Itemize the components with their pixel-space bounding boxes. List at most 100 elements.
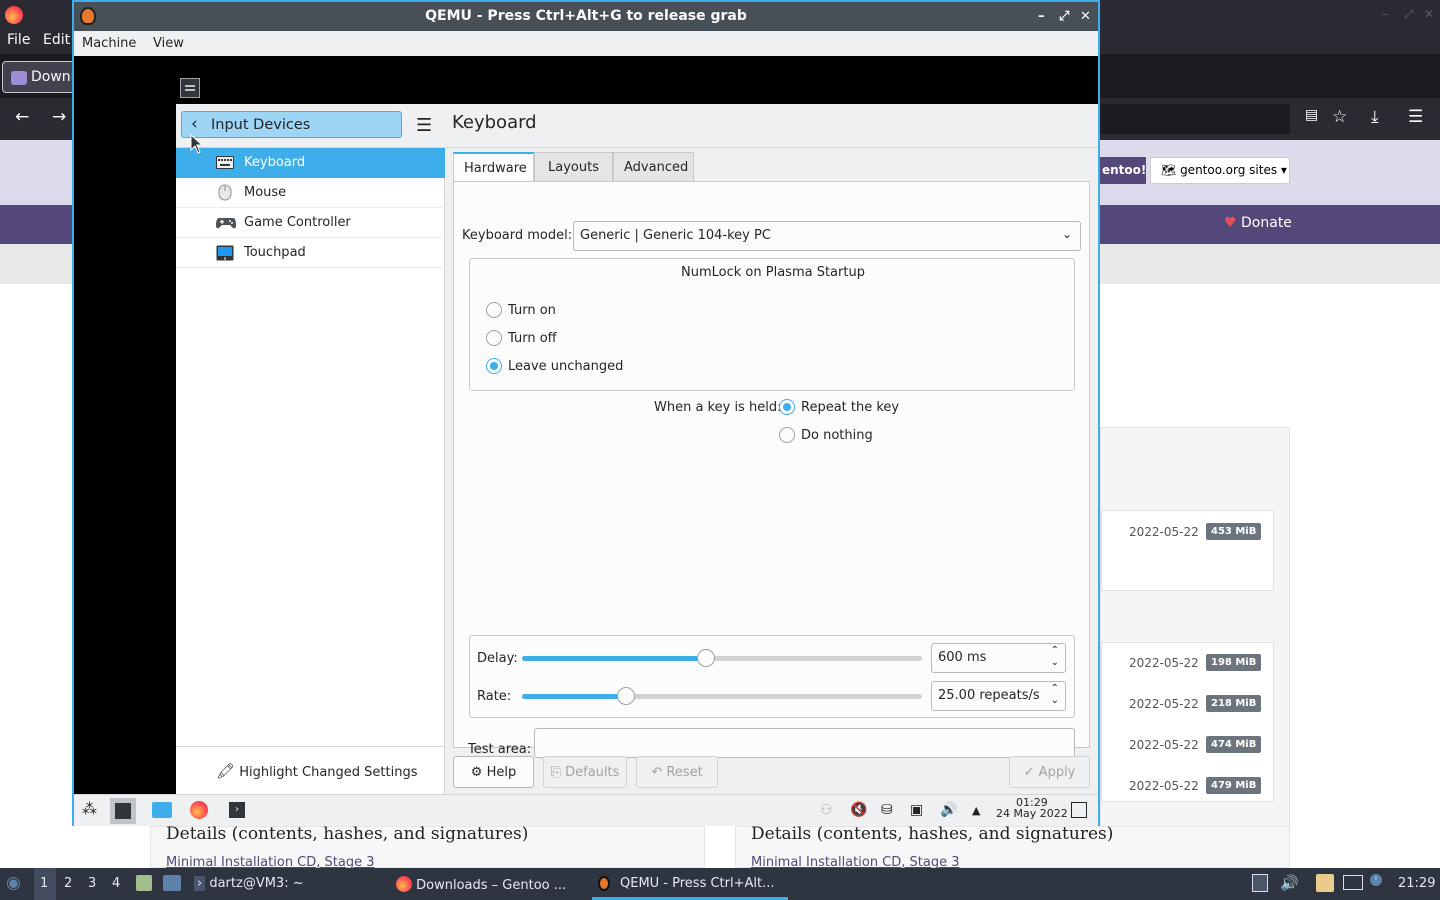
hamburger-menu-icon[interactable]: ☰ [1408,107,1423,127]
do-nothing-radio[interactable] [779,427,795,443]
terminal-icon[interactable]: › [229,802,245,818]
guest-clock[interactable]: 01:29 24 May 2022 [996,797,1068,819]
keyboard-model-select[interactable]: Generic | Generic 104-key PC ⌄ [573,221,1081,251]
usb-device-icon[interactable]: ⛁ [881,802,893,818]
browser-tab[interactable]: Downl [2,61,76,93]
workspace-4[interactable]: 4 [112,876,120,891]
help-button[interactable]: ⚙ Help [453,756,534,788]
qemu-menubar: Machine View [74,31,1098,56]
back-icon[interactable]: ← [15,107,29,127]
start-menu-icon[interactable]: ◉ [6,873,21,893]
numlock-turn-off-radio[interactable] [486,330,502,346]
menu-file[interactable]: File [7,32,30,48]
file-manager-icon[interactable] [152,802,172,818]
reset-button[interactable]: ↶ Reset [636,756,718,788]
url-bar[interactable] [1100,104,1290,134]
downloads-panel: 2022-05-22 453 MiB 2022-05-22 198 MiB 20… [1100,427,1290,867]
system-settings-app-icon [180,78,200,98]
rate-slider[interactable] [522,687,922,705]
forward-icon[interactable]: → [52,107,66,127]
check-icon: ✓ [1023,765,1035,780]
numlock-group-title: NumLock on Plasma Startup [681,265,865,280]
menu-edit[interactable]: Edit [43,32,70,48]
workspace-1[interactable]: 1 [40,876,48,891]
notification-icon[interactable]: ! [1370,874,1382,886]
highlight-changed-settings-button[interactable]: 🖍 Highlight Changed Settings [216,762,418,780]
close-icon[interactable]: ✕ [1424,7,1434,21]
numlock-option-label[interactable]: Leave unchanged [508,359,623,374]
donate-link[interactable]: ♥ Donate [1224,215,1292,231]
tab-hardware[interactable]: Hardware [453,152,534,183]
file-manager-launcher-icon[interactable] [136,875,152,891]
guest-taskbar: ⁂ › ⚇ 🔇 ⛁ ▣ 🔊 ▲ 01:29 24 May 2022 [74,794,1098,826]
desktop-launcher-icon[interactable] [163,875,181,891]
minimize-icon[interactable]: – [1038,2,1045,31]
menu-view[interactable]: View [153,36,184,51]
hardware-tab-panel: Keyboard model: Generic | Generic 104-ke… [453,181,1090,758]
volume-icon[interactable]: 🔊 [940,802,957,818]
apply-button[interactable]: ✓ Apply [1009,756,1090,788]
delay-spinbox[interactable]: 600 ms ⌃ ⌄ [931,643,1066,673]
numlock-turn-on-radio[interactable] [486,302,502,318]
delay-slider-handle[interactable] [697,649,715,667]
user-switcher-icon[interactable]: ⚇ [820,802,833,818]
numlock-option-label[interactable]: Turn off [508,331,557,346]
maximize-icon[interactable]: ⤢ [1404,7,1414,22]
task-qemu[interactable]: QEMU - Press Ctrl+Alt... [592,868,788,900]
application-launcher-icon[interactable]: ⁂ [82,800,98,818]
minimize-icon[interactable]: ‒ [1382,7,1390,21]
help-label: Help [486,765,517,780]
help-icon: ⚙ [470,765,483,780]
tray-expand-icon[interactable]: ▲ [972,804,980,817]
keyboard-model-value: Generic | Generic 104-key PC [580,228,771,243]
numlock-option-label[interactable]: Turn on [508,303,556,318]
key-held-option-label[interactable]: Do nothing [801,428,873,443]
sidebar-item-touchpad[interactable]: Touchpad [176,238,445,268]
audio-muted-icon[interactable]: 🔇 [850,802,867,818]
volume-icon[interactable]: 🔊 [1280,874,1299,892]
gentoo-sites-button[interactable]: 🗺 gentoo.org sites ▾ [1150,157,1290,184]
network-icon[interactable]: ▣ [910,802,923,818]
terminal-icon: › [194,876,206,891]
repeat-key-radio[interactable] [779,399,795,415]
firefox-icon[interactable] [190,801,208,819]
hamburger-menu-icon[interactable]: ☰ [416,115,432,136]
notes-icon[interactable] [1316,874,1334,892]
numlock-leave-unchanged-radio[interactable] [486,358,502,374]
close-icon[interactable]: ✕ [1080,2,1091,31]
test-area-input[interactable] [534,728,1075,758]
delay-slider[interactable] [522,649,922,667]
breadcrumb-back-button[interactable]: ‹ Input Devices [181,111,402,138]
display-icon[interactable] [1343,875,1363,890]
gentoo-badge[interactable]: entoo! [1100,157,1146,184]
bookmark-star-icon[interactable]: ☆ [1332,107,1347,127]
tab-title: Downl [31,69,75,85]
clipboard-icon[interactable] [1252,874,1268,892]
maximize-icon[interactable]: ⤢ [1059,2,1069,31]
sidebar-item-keyboard[interactable]: Keyboard [176,148,445,178]
rate-spinbox[interactable]: 25.00 repeats/s ⌃ ⌄ [931,681,1066,711]
reader-view-icon[interactable]: ▤ [1305,107,1318,123]
workspace-3[interactable]: 3 [88,876,96,891]
menu-machine[interactable]: Machine [82,36,136,51]
download-icon[interactable]: ⤓ [1371,107,1379,127]
defaults-button[interactable]: ⎘ Defaults [543,756,627,788]
rate-slider-handle[interactable] [617,687,635,705]
sidebar-item-game-controller[interactable]: Game Controller [176,208,445,238]
numlock-group: NumLock on Plasma Startup Turn on Turn o… [469,258,1075,391]
gamepad-icon [216,218,236,229]
spin-arrows-icon[interactable]: ⌃ ⌄ [1051,645,1059,669]
task-terminal[interactable]: › dartz@VM3: ~ [194,876,304,891]
tab-layouts[interactable]: Layouts [534,152,613,182]
task-system-settings[interactable] [110,798,136,824]
workspace-2[interactable]: 2 [64,876,72,891]
key-held-option-label[interactable]: Repeat the key [801,400,899,415]
task-firefox[interactable]: Downloads – Gentoo ... [396,876,566,893]
tab-advanced[interactable]: Advanced [613,152,694,182]
qemu-titlebar: QEMU - Press Ctrl+Alt+G to release grab … [74,2,1098,31]
show-desktop-icon[interactable] [1071,802,1087,818]
host-clock[interactable]: 21:29 [1398,876,1435,891]
system-settings-window: ‹ Input Devices ☰ Keyboard Mouse Game Co… [176,104,1098,794]
spin-arrows-icon[interactable]: ⌃ ⌄ [1051,683,1059,707]
sidebar-item-mouse[interactable]: Mouse [176,178,445,208]
